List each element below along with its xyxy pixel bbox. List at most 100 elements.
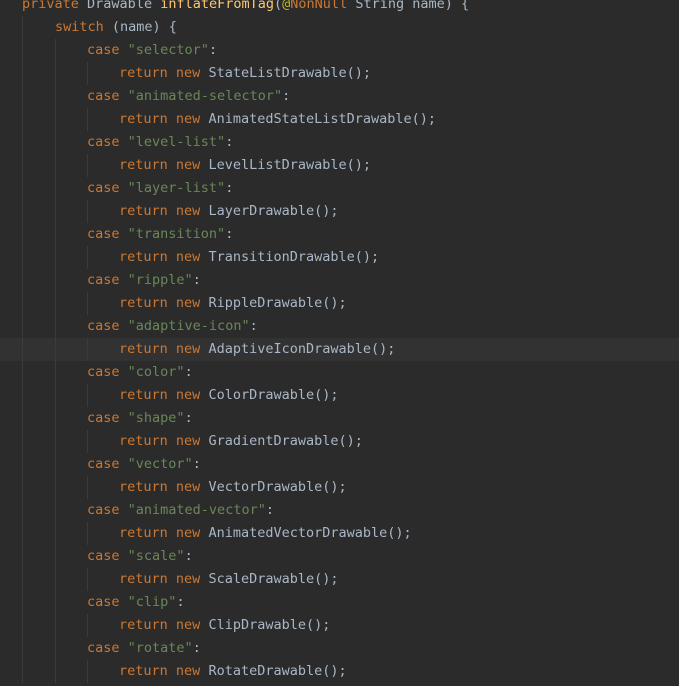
indent-guide	[87, 476, 88, 499]
code-line-return[interactable]: return new VectorDrawable();	[0, 476, 679, 499]
case-colon: :	[184, 410, 193, 426]
code-line-return[interactable]: return new LayerDrawable();	[0, 200, 679, 223]
return-keyword: return	[119, 295, 168, 311]
indent-guide	[22, 200, 23, 223]
case-colon: :	[225, 226, 234, 242]
return-keyword: return	[119, 65, 168, 81]
indent-guide	[87, 200, 88, 223]
code-line-case[interactable]: case "animated-selector":	[0, 85, 679, 108]
code-line-return[interactable]: return new ClipDrawable();	[0, 614, 679, 637]
case-label-string: "scale"	[127, 548, 185, 564]
indent-guide	[55, 62, 56, 85]
class-name: GradientDrawable	[208, 433, 339, 449]
indent-guide	[22, 39, 23, 62]
new-keyword: new	[175, 341, 201, 357]
case-keyword: case	[87, 502, 120, 518]
code-line-case[interactable]: case "level-list":	[0, 131, 679, 154]
indent-guide	[55, 39, 56, 62]
code-line-case[interactable]: case "ripple":	[0, 269, 679, 292]
code-line-return[interactable]: return new RotateDrawable();	[0, 660, 679, 683]
code-line-case[interactable]: case "rotate":	[0, 637, 679, 660]
indent-guide	[55, 476, 56, 499]
code-line-case[interactable]: case "animated-vector":	[0, 499, 679, 522]
code-line-case[interactable]: case "shape":	[0, 407, 679, 430]
indent-guide	[87, 660, 88, 683]
code-line-switch[interactable]: switch (name) {	[0, 16, 679, 39]
indent-guide	[55, 246, 56, 269]
new-keyword: new	[175, 249, 201, 265]
param-type: String	[355, 0, 405, 12]
code-line-signature[interactable]: private Drawable inflateFromTag(@NonNull…	[0, 0, 679, 16]
indent-guide	[22, 361, 23, 384]
case-colon: :	[208, 42, 218, 58]
code-line-return[interactable]: return new RippleDrawable();	[0, 292, 679, 315]
new-keyword: new	[175, 157, 201, 173]
new-keyword: new	[175, 525, 201, 541]
indent-guide	[55, 269, 56, 292]
call-suffix: ();	[354, 249, 380, 265]
code-line-case[interactable]: case "selector":	[0, 39, 679, 62]
indent-guide	[22, 131, 23, 154]
indent-guide	[22, 407, 23, 430]
indent-guide	[22, 108, 23, 131]
code-line-return[interactable]: return new StateListDrawable();	[0, 62, 679, 85]
case-keyword: case	[87, 180, 120, 196]
class-name: RippleDrawable	[208, 295, 323, 311]
class-name: TransitionDrawable	[208, 249, 355, 265]
case-colon: :	[192, 272, 201, 288]
return-keyword: return	[119, 571, 168, 587]
indent-guide	[55, 361, 56, 384]
indent-guide	[22, 614, 23, 637]
call-suffix: ();	[314, 387, 339, 403]
indent-guide	[22, 177, 23, 200]
new-keyword: new	[175, 111, 201, 127]
call-suffix: ();	[371, 341, 396, 357]
code-line-case[interactable]: case "scale":	[0, 545, 679, 568]
code-line-case[interactable]: case "transition":	[0, 223, 679, 246]
new-keyword: new	[175, 663, 201, 679]
indent-guide	[22, 660, 23, 683]
case-colon: :	[282, 88, 291, 104]
code-line-return[interactable]: return new AnimatedStateListDrawable();	[0, 108, 679, 131]
indent-guide	[55, 430, 56, 453]
code-line-case[interactable]: case "vector":	[0, 453, 679, 476]
code-line-return[interactable]: return new ScaleDrawable();	[0, 568, 679, 591]
indent-guide	[22, 522, 23, 545]
code-line-return[interactable]: return new AnimatedVectorDrawable();	[0, 522, 679, 545]
code-line-case[interactable]: case "layer-list":	[0, 177, 679, 200]
indent-guide	[87, 384, 88, 407]
indent-guide	[22, 292, 23, 315]
code-line-return-current[interactable]: return new AdaptiveIconDrawable();	[0, 338, 679, 361]
code-line-case[interactable]: case "adaptive-icon":	[0, 315, 679, 338]
indent-guide	[87, 108, 88, 131]
call-suffix: ();	[314, 203, 339, 219]
code-line-return[interactable]: return new TransitionDrawable();	[0, 246, 679, 269]
indent-guide	[55, 292, 56, 315]
code-line-case[interactable]: case "clip":	[0, 591, 679, 614]
case-keyword: case	[87, 42, 120, 58]
class-name: LayerDrawable	[208, 203, 315, 219]
switch-expression: (name) {	[103, 19, 177, 35]
case-label-string: "adaptive-icon"	[127, 318, 250, 334]
class-name: ColorDrawable	[208, 387, 315, 403]
code-line-return[interactable]: return new GradientDrawable();	[0, 430, 679, 453]
indent-guide	[55, 154, 56, 177]
indent-guide	[22, 384, 23, 407]
indent-guide	[55, 591, 56, 614]
code-editor[interactable]: private Drawable inflateFromTag(@NonNull…	[0, 0, 679, 683]
case-colon: :	[225, 180, 234, 196]
call-suffix: ();	[314, 571, 339, 587]
case-label-string: "layer-list"	[127, 180, 226, 196]
indent-guide	[22, 499, 23, 522]
code-line-return[interactable]: return new LevelListDrawable();	[0, 154, 679, 177]
return-keyword: return	[119, 387, 168, 403]
return-keyword: return	[119, 157, 168, 173]
indent-guide	[55, 223, 56, 246]
case-keyword: case	[87, 456, 120, 472]
call-suffix: ();	[322, 479, 347, 495]
return-type: Drawable	[87, 0, 153, 12]
code-line-case[interactable]: case "color":	[0, 361, 679, 384]
indent-guide	[55, 384, 56, 407]
code-line-return[interactable]: return new ColorDrawable();	[0, 384, 679, 407]
case-colon: :	[184, 364, 193, 380]
